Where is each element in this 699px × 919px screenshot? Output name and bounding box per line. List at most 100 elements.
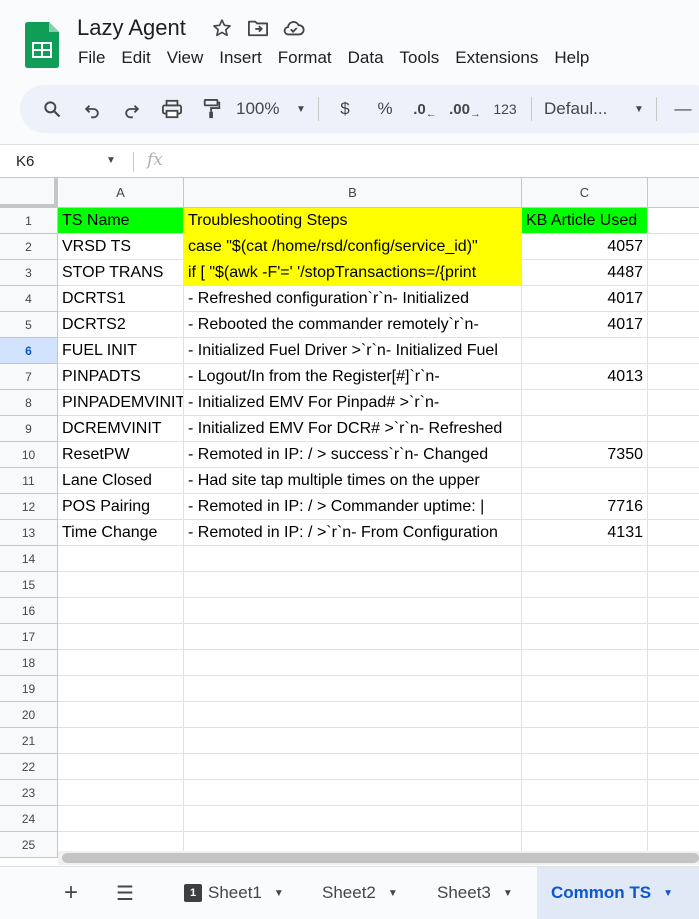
cell-b4[interactable]: - Refreshed configuration`r`n- Initializ… [184, 286, 522, 312]
cell-b1[interactable]: Troubleshooting Steps [184, 208, 522, 234]
cell-a7[interactable]: PINPADTS [58, 364, 184, 390]
cell-b12[interactable]: - Remoted in IP: / > Commander uptime: | [184, 494, 522, 520]
menu-extensions[interactable]: Extensions [447, 48, 546, 68]
cell-b2[interactable]: case "$(cat /home/rsd/config/service_id)… [184, 234, 522, 260]
menu-help[interactable]: Help [546, 48, 597, 68]
row-header-22[interactable]: 22 [0, 754, 58, 780]
cell-c11[interactable] [522, 468, 648, 494]
row-header-24[interactable]: 24 [0, 806, 58, 832]
star-icon[interactable] [211, 17, 233, 39]
cell-c1[interactable]: KB Article Used [522, 208, 648, 234]
increase-decimal-button[interactable]: .00 → [445, 93, 485, 125]
tab-sheet3[interactable]: Sheet3 ▼ [425, 867, 529, 919]
font-chevron-down-icon[interactable]: ▼ [628, 93, 650, 125]
menu-file[interactable]: File [70, 48, 113, 68]
zoom-select[interactable]: 100% [232, 93, 290, 125]
chevron-down-icon[interactable]: ▼ [503, 888, 513, 899]
cell-c6[interactable] [522, 338, 648, 364]
move-folder-icon[interactable] [247, 17, 269, 39]
cell-a11[interactable]: Lane Closed [58, 468, 184, 494]
cell-c3[interactable]: 4487 [522, 260, 648, 286]
cell-a2[interactable]: VRSD TS [58, 234, 184, 260]
tab-sheet2[interactable]: Sheet2 ▼ [310, 867, 414, 919]
cell-a12[interactable]: POS Pairing [58, 494, 184, 520]
row-header-3[interactable]: 3 [0, 260, 58, 286]
row-header-4[interactable]: 4 [0, 286, 58, 312]
cell-b7[interactable]: - Logout/In from the Register[#]`r`n- [184, 364, 522, 390]
all-sheets-menu-icon[interactable]: ☰ [116, 881, 134, 906]
row-header-5[interactable]: 5 [0, 312, 58, 338]
row-header-14[interactable]: 14 [0, 546, 58, 572]
decrease-font-size-icon[interactable]: — [663, 93, 699, 125]
chevron-down-icon[interactable]: ▼ [274, 888, 284, 899]
row-header-18[interactable]: 18 [0, 650, 58, 676]
row-header-9[interactable]: 9 [0, 416, 58, 442]
cell-c10[interactable]: 7350 [522, 442, 648, 468]
row-header-20[interactable]: 20 [0, 702, 58, 728]
cell-c2[interactable]: 4057 [522, 234, 648, 260]
row-header-12[interactable]: 12 [0, 494, 58, 520]
column-header-a[interactable]: A [58, 178, 184, 208]
row-header-13[interactable]: 13 [0, 520, 58, 546]
print-icon[interactable] [152, 93, 192, 125]
cloud-saved-icon[interactable] [283, 17, 305, 39]
select-all-corner[interactable] [0, 178, 58, 208]
cell-a1[interactable]: TS Name [58, 208, 184, 234]
cell-a3[interactable]: STOP TRANS [58, 260, 184, 286]
number-format-button[interactable]: 123 [485, 93, 525, 125]
row-header-2[interactable]: 2 [0, 234, 58, 260]
row-header-8[interactable]: 8 [0, 390, 58, 416]
search-menus-icon[interactable] [32, 93, 72, 125]
menu-insert[interactable]: Insert [211, 48, 270, 68]
paint-format-icon[interactable] [192, 93, 232, 125]
zoom-chevron-down-icon[interactable]: ▼ [290, 93, 312, 125]
row-header-21[interactable]: 21 [0, 728, 58, 754]
row-header-7[interactable]: 7 [0, 364, 58, 390]
row-header-25[interactable]: 25 [0, 832, 58, 858]
cell-c8[interactable] [522, 390, 648, 416]
cell-b3[interactable]: if [ "$(awk -F'=' '/stopTransactions=/{p… [184, 260, 522, 286]
format-currency-button[interactable]: $ [325, 93, 365, 125]
cell-b10[interactable]: - Remoted in IP: / > success`r`n- Change… [184, 442, 522, 468]
cell-a5[interactable]: DCRTS2 [58, 312, 184, 338]
decrease-decimal-button[interactable]: .0 ← [405, 93, 445, 125]
tab-sheet1[interactable]: 1 Sheet1 ▼ [172, 867, 300, 919]
row-header-1[interactable]: 1 [0, 208, 58, 234]
undo-icon[interactable] [72, 93, 112, 125]
cell-c7[interactable]: 4013 [522, 364, 648, 390]
cell-a8[interactable]: PINPADEMVINIT [58, 390, 184, 416]
cell-c5[interactable]: 4017 [522, 312, 648, 338]
row-header-6[interactable]: 6 [0, 338, 58, 364]
sheets-logo-icon[interactable] [25, 22, 59, 68]
row-header-11[interactable]: 11 [0, 468, 58, 494]
cell-c13[interactable]: 4131 [522, 520, 648, 546]
cell-b11[interactable]: - Had site tap multiple times on the upp… [184, 468, 522, 494]
cell-a13[interactable]: Time Change [58, 520, 184, 546]
chevron-down-icon[interactable]: ▼ [663, 888, 673, 899]
row-header-15[interactable]: 15 [0, 572, 58, 598]
chevron-down-icon[interactable]: ▼ [388, 888, 398, 899]
horizontal-scrollbar[interactable] [62, 853, 699, 863]
cell-b6[interactable]: - Initialized Fuel Driver >`r`n- Initial… [184, 338, 522, 364]
cell-a6[interactable]: FUEL INIT [58, 338, 184, 364]
add-sheet-icon[interactable]: + [64, 879, 78, 907]
column-header-d[interactable] [648, 178, 699, 208]
cell-c12[interactable]: 7716 [522, 494, 648, 520]
menu-data[interactable]: Data [340, 48, 392, 68]
row-header-19[interactable]: 19 [0, 676, 58, 702]
name-box-chevron-down-icon[interactable]: ▼ [106, 155, 116, 166]
cell-b13[interactable]: - Remoted in IP: / >`r`n- From Configura… [184, 520, 522, 546]
tab-common-ts[interactable]: Common TS ▼ [537, 867, 699, 919]
row-header-16[interactable]: 16 [0, 598, 58, 624]
row-header-23[interactable]: 23 [0, 780, 58, 806]
document-title[interactable]: Lazy Agent [77, 15, 186, 41]
cell-a10[interactable]: ResetPW [58, 442, 184, 468]
cell-b8[interactable]: - Initialized EMV For Pinpad# >`r`n- [184, 390, 522, 416]
menu-tools[interactable]: Tools [392, 48, 448, 68]
row-header-17[interactable]: 17 [0, 624, 58, 650]
row-header-10[interactable]: 10 [0, 442, 58, 468]
column-header-c[interactable]: C [522, 178, 648, 208]
column-header-b[interactable]: B [184, 178, 522, 208]
redo-icon[interactable] [112, 93, 152, 125]
cell-a4[interactable]: DCRTS1 [58, 286, 184, 312]
